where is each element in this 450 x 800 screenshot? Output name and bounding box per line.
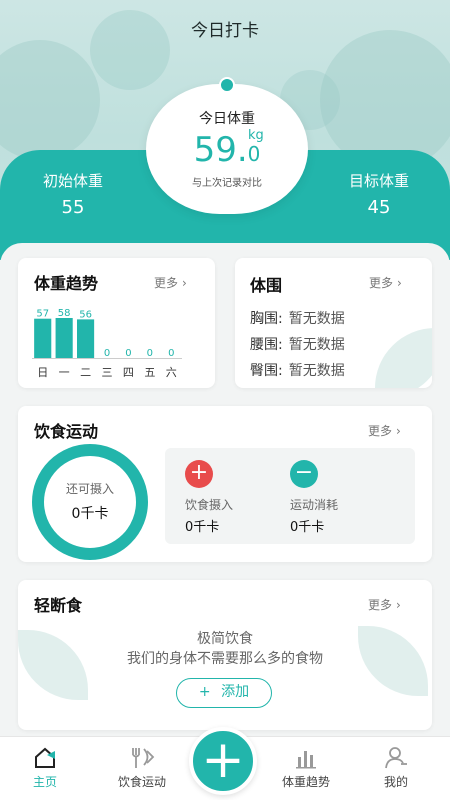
trend-value-label: 58 (58, 308, 71, 319)
chest-label: 胸围: (250, 311, 283, 327)
hip-row: 臀围: 暂无数据 (250, 360, 345, 380)
weight-integer: 59. (193, 130, 248, 170)
remaining-label: 还可摄入 (65, 482, 114, 496)
burn-label: 运动消耗 (290, 498, 339, 512)
target-weight-label: 目标体重 (348, 172, 409, 190)
chest-row: 胸围: 暂无数据 (250, 308, 345, 328)
trend-day-label: 二 (80, 366, 91, 379)
chevron-right-icon: › (397, 276, 402, 290)
target-weight[interactable]: 目标体重 45 (324, 170, 434, 218)
waist-row: 腰围: 暂无数据 (250, 334, 345, 354)
fasting-more[interactable]: 更多 › (368, 596, 401, 613)
hip-value: 暂无数据 (288, 363, 345, 379)
compare-label: 与上次记录对比 (192, 178, 262, 189)
trend-value-label: 0 (104, 348, 110, 359)
tab-mine[interactable]: 我的 (368, 737, 424, 800)
more-label: 更多 (369, 276, 394, 290)
home-icon (35, 747, 55, 768)
add-label: 添加 (221, 684, 250, 700)
trend-bar (77, 319, 95, 358)
trend-day-label: 一 (59, 366, 70, 379)
tab-home[interactable]: 主页 (20, 737, 70, 800)
page-title: 今日打卡 (191, 21, 259, 41)
today-weight-label: 今日体重 (199, 111, 255, 127)
initial-weight-value: 55 (61, 197, 85, 218)
trend-value-label: 57 (36, 309, 49, 320)
waist-label: 腰围: (250, 337, 283, 353)
trend-day-label: 四 (123, 366, 134, 379)
fasting-subtitle: 极简饮食 (197, 631, 253, 647)
tab-weight-trend[interactable]: 体重趋势 (268, 737, 344, 800)
indicator-dot (219, 77, 235, 93)
add-exercise-icon[interactable]: − (290, 460, 318, 488)
diet-exercise-card[interactable]: 饮食运动 更多 › 还可摄入 0千卡 + − 饮食摄入 0千卡 运动消耗 0千卡 (18, 406, 432, 562)
more-label: 更多 (368, 598, 393, 612)
initial-weight: 初始体重 55 (18, 170, 128, 218)
bar-chart-icon (296, 751, 316, 769)
user-icon (385, 747, 407, 769)
trend-day-label: 日 (37, 366, 48, 379)
decor-blob (0, 40, 100, 160)
fasting-card[interactable]: 轻断食 更多 › 极简饮食 我们的身体不需要那么多的食物 + 添加 (18, 580, 432, 730)
weight-trend-more[interactable]: 更多 › (154, 274, 187, 291)
today-weight-value: 59.0 kg (146, 128, 308, 170)
girth-card[interactable]: 体围 更多 › 胸围: 暂无数据 腰围: 暂无数据 臀围: 暂无数据 (235, 258, 432, 388)
girth-more[interactable]: 更多 › (369, 274, 402, 291)
trend-bar (34, 318, 52, 358)
plus-icon: + (198, 684, 211, 700)
trend-value-label: 0 (168, 348, 174, 359)
burn-value: 0千卡 (290, 520, 325, 535)
diet-exercise-title: 饮食运动 (34, 422, 99, 441)
tab-home-label: 主页 (32, 775, 57, 789)
tab-diet-label: 饮食运动 (117, 775, 166, 789)
trend-bar (55, 318, 73, 358)
weight-trend-title: 体重趋势 (34, 274, 99, 293)
trend-day-label: 三 (102, 366, 113, 379)
remaining-calories-ring: 还可摄入 0千卡 (32, 444, 148, 560)
trend-value-label: 56 (79, 309, 92, 320)
more-label: 更多 (368, 424, 393, 438)
fasting-title: 轻断食 (34, 596, 83, 615)
tab-diet-exercise[interactable]: 饮食运动 (104, 737, 180, 800)
hip-label: 臀围: (250, 363, 283, 379)
intake-label: 饮食摄入 (185, 498, 234, 512)
weight-trend-chart: 57 日 58 一 56 二 0 三 0 四 0 五 0 六 (32, 308, 182, 379)
chevron-right-icon: › (396, 424, 401, 438)
trend-value-label: 0 (125, 348, 131, 359)
utensils-icon (132, 748, 155, 768)
weight-unit: kg (248, 128, 264, 143)
trend-day-label: 六 (166, 366, 177, 379)
chest-value: 暂无数据 (288, 311, 345, 327)
add-fasting-button[interactable]: + 添加 (176, 678, 272, 708)
tab-trend-label: 体重趋势 (281, 775, 330, 789)
trend-value-label: 0 (147, 348, 153, 359)
tab-mine-label: 我的 (383, 775, 408, 789)
diet-exercise-more[interactable]: 更多 › (368, 422, 401, 439)
chevron-right-icon: › (396, 598, 401, 612)
fasting-description: 我们的身体不需要那么多的食物 (127, 651, 323, 667)
remaining-value: 0千卡 (71, 506, 109, 522)
intake-value: 0千卡 (185, 520, 220, 535)
center-add-button[interactable]: + (189, 727, 257, 795)
chevron-right-icon: › (182, 276, 187, 290)
intake-burn-panel: + − 饮食摄入 0千卡 运动消耗 0千卡 (165, 448, 415, 544)
girth-title: 体围 (250, 276, 283, 295)
today-weight-circle[interactable]: 今日体重 59.0 kg 与上次记录对比 (146, 77, 308, 214)
add-intake-icon[interactable]: + (185, 460, 213, 488)
decor-leaf (375, 328, 432, 388)
initial-weight-label: 初始体重 (42, 172, 103, 190)
trend-day-label: 五 (144, 366, 155, 379)
waist-value: 暂无数据 (288, 337, 345, 353)
weight-decimal: 0 (247, 142, 261, 166)
more-label: 更多 (154, 276, 179, 290)
target-weight-value: 45 (367, 197, 391, 218)
